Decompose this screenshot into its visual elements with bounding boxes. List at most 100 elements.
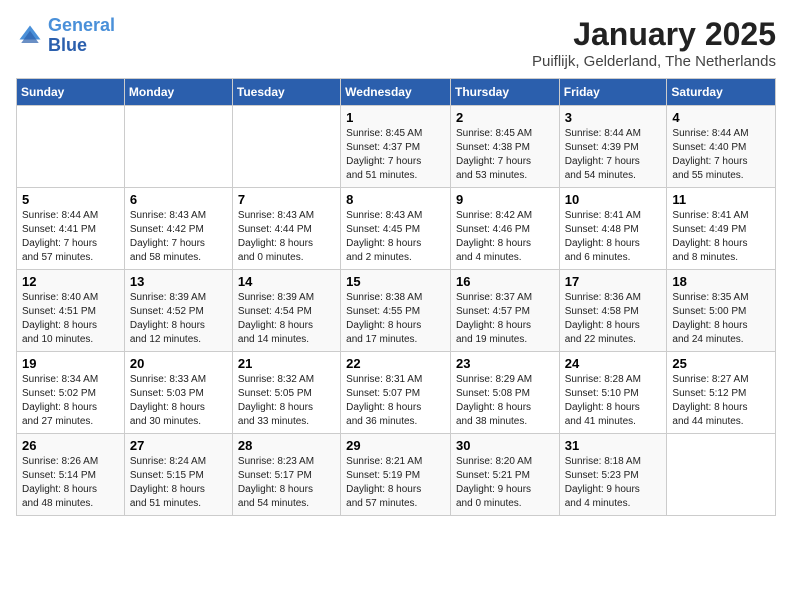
day-number: 13: [130, 274, 227, 289]
day-info: Sunrise: 8:39 AM Sunset: 4:52 PM Dayligh…: [130, 291, 227, 347]
day-info: Sunrise: 8:43 AM Sunset: 4:45 PM Dayligh…: [346, 209, 445, 265]
calendar-day-cell: 16Sunrise: 8:37 AM Sunset: 4:57 PM Dayli…: [450, 270, 559, 352]
calendar-day-cell: 31 Sunrise: 8:18 AM Sunset: 5:23 PM Dayli…: [559, 434, 667, 516]
day-info: Sunrise: 8:24 AM Sunset: 5:15 PM Dayligh…: [130, 455, 227, 511]
logo-text: GeneralBlue: [48, 16, 115, 56]
day-info: Sunrise: 8:32 AM Sunset: 5:05 PM Dayligh…: [238, 373, 335, 429]
day-info: Sunrise: 8:38 AM Sunset: 4:55 PM Dayligh…: [346, 291, 445, 347]
day-info: Sunrise: 8:35 AM Sunset: 5:00 PM Dayligh…: [672, 291, 770, 347]
calendar-day-cell: 30 Sunrise: 8:20 AM Sunset: 5:21 PM Dayli…: [450, 434, 559, 516]
page-header: GeneralBlue January 2025 Puiflijk, Gelde…: [16, 16, 776, 70]
calendar-day-cell: 19 Sunrise: 8:34 AM Sunset: 5:02 PM Dayli…: [17, 352, 125, 434]
day-info: Sunrise: 8:28 AM Sunset: 5:10 PM Dayligh…: [565, 373, 662, 429]
day-number: 4: [672, 110, 770, 125]
calendar-day-cell: 29Sunrise: 8:21 AM Sunset: 5:19 PM Dayli…: [341, 434, 451, 516]
weekday-header-cell: Saturday: [667, 79, 776, 106]
weekday-header-cell: Friday: [559, 79, 667, 106]
calendar-day-cell: 26Sunrise: 8:26 AM Sunset: 5:14 PM Dayli…: [17, 434, 125, 516]
day-info: Sunrise: 8:44 AM Sunset: 4:40 PM Dayligh…: [672, 127, 770, 183]
day-info: Sunrise: 8:41 AM Sunset: 4:48 PM Dayligh…: [565, 209, 662, 265]
calendar-week-row: 26Sunrise: 8:26 AM Sunset: 5:14 PM Dayli…: [17, 434, 776, 516]
day-number: 8: [346, 192, 445, 207]
day-number: 30: [456, 438, 554, 453]
calendar-day-cell: [232, 106, 340, 188]
day-info: Sunrise: 8:42 AM Sunset: 4:46 PM Dayligh…: [456, 209, 554, 265]
calendar-day-cell: 18 Sunrise: 8:35 AM Sunset: 5:00 PM Dayli…: [667, 270, 776, 352]
calendar-day-cell: 17Sunrise: 8:36 AM Sunset: 4:58 PM Dayli…: [559, 270, 667, 352]
calendar-day-cell: 3 Sunrise: 8:44 AM Sunset: 4:39 PM Daylig…: [559, 106, 667, 188]
weekday-header-cell: Thursday: [450, 79, 559, 106]
day-number: 16: [456, 274, 554, 289]
weekday-header-cell: Monday: [124, 79, 232, 106]
calendar-day-cell: 20Sunrise: 8:33 AM Sunset: 5:03 PM Dayli…: [124, 352, 232, 434]
day-number: 19: [22, 356, 119, 371]
day-info: Sunrise: 8:31 AM Sunset: 5:07 PM Dayligh…: [346, 373, 445, 429]
day-number: 26: [22, 438, 119, 453]
weekday-header-cell: Wednesday: [341, 79, 451, 106]
day-info: Sunrise: 8:18 AM Sunset: 5:23 PM Dayligh…: [565, 455, 662, 511]
calendar-day-cell: 4 Sunrise: 8:44 AM Sunset: 4:40 PM Daylig…: [667, 106, 776, 188]
day-number: 18: [672, 274, 770, 289]
calendar-day-cell: 12Sunrise: 8:40 AM Sunset: 4:51 PM Dayli…: [17, 270, 125, 352]
calendar-day-cell: 15 Sunrise: 8:38 AM Sunset: 4:55 PM Dayli…: [341, 270, 451, 352]
day-number: 6: [130, 192, 227, 207]
day-number: 28: [238, 438, 335, 453]
day-info: Sunrise: 8:29 AM Sunset: 5:08 PM Dayligh…: [456, 373, 554, 429]
day-number: 10: [565, 192, 662, 207]
day-number: 7: [238, 192, 335, 207]
day-info: Sunrise: 8:45 AM Sunset: 4:38 PM Dayligh…: [456, 127, 554, 183]
calendar-title: January 2025: [532, 16, 776, 53]
day-number: 31: [565, 438, 662, 453]
day-number: 9: [456, 192, 554, 207]
calendar-week-row: 1Sunrise: 8:45 AM Sunset: 4:37 PM Daylig…: [17, 106, 776, 188]
calendar-day-cell: [124, 106, 232, 188]
day-number: 1: [346, 110, 445, 125]
day-info: Sunrise: 8:39 AM Sunset: 4:54 PM Dayligh…: [238, 291, 335, 347]
calendar-day-cell: 14Sunrise: 8:39 AM Sunset: 4:54 PM Dayli…: [232, 270, 340, 352]
day-number: 29: [346, 438, 445, 453]
day-number: 15: [346, 274, 445, 289]
weekday-header-row: SundayMondayTuesdayWednesdayThursdayFrid…: [17, 79, 776, 106]
calendar-day-cell: 22 Sunrise: 8:31 AM Sunset: 5:07 PM Dayli…: [341, 352, 451, 434]
calendar-day-cell: 10 Sunrise: 8:41 AM Sunset: 4:48 PM Dayli…: [559, 188, 667, 270]
calendar-day-cell: 5Sunrise: 8:44 AM Sunset: 4:41 PM Daylig…: [17, 188, 125, 270]
day-info: Sunrise: 8:40 AM Sunset: 4:51 PM Dayligh…: [22, 291, 119, 347]
day-number: 2: [456, 110, 554, 125]
day-number: 22: [346, 356, 445, 371]
day-info: Sunrise: 8:43 AM Sunset: 4:44 PM Dayligh…: [238, 209, 335, 265]
calendar-day-cell: [17, 106, 125, 188]
title-section: January 2025 Puiflijk, Gelderland, The N…: [532, 16, 776, 70]
calendar-day-cell: 7 Sunrise: 8:43 AM Sunset: 4:44 PM Daylig…: [232, 188, 340, 270]
calendar-table: SundayMondayTuesdayWednesdayThursdayFrid…: [16, 78, 776, 516]
day-number: 24: [565, 356, 662, 371]
day-info: Sunrise: 8:43 AM Sunset: 4:42 PM Dayligh…: [130, 209, 227, 265]
calendar-day-cell: 11Sunrise: 8:41 AM Sunset: 4:49 PM Dayli…: [667, 188, 776, 270]
day-info: Sunrise: 8:44 AM Sunset: 4:41 PM Dayligh…: [22, 209, 119, 265]
day-info: Sunrise: 8:27 AM Sunset: 5:12 PM Dayligh…: [672, 373, 770, 429]
day-info: Sunrise: 8:23 AM Sunset: 5:17 PM Dayligh…: [238, 455, 335, 511]
weekday-header-cell: Tuesday: [232, 79, 340, 106]
day-number: 20: [130, 356, 227, 371]
day-info: Sunrise: 8:34 AM Sunset: 5:02 PM Dayligh…: [22, 373, 119, 429]
calendar-week-row: 19 Sunrise: 8:34 AM Sunset: 5:02 PM Dayli…: [17, 352, 776, 434]
day-info: Sunrise: 8:20 AM Sunset: 5:21 PM Dayligh…: [456, 455, 554, 511]
calendar-body: 1Sunrise: 8:45 AM Sunset: 4:37 PM Daylig…: [17, 106, 776, 516]
calendar-day-cell: 25 Sunrise: 8:27 AM Sunset: 5:12 PM Dayli…: [667, 352, 776, 434]
day-number: 23: [456, 356, 554, 371]
day-number: 17: [565, 274, 662, 289]
calendar-day-cell: 24 Sunrise: 8:28 AM Sunset: 5:10 PM Dayli…: [559, 352, 667, 434]
calendar-day-cell: [667, 434, 776, 516]
day-number: 25: [672, 356, 770, 371]
day-info: Sunrise: 8:44 AM Sunset: 4:39 PM Dayligh…: [565, 127, 662, 183]
calendar-day-cell: 13 Sunrise: 8:39 AM Sunset: 4:52 PM Dayli…: [124, 270, 232, 352]
weekday-header-cell: Sunday: [17, 79, 125, 106]
calendar-subtitle: Puiflijk, Gelderland, The Netherlands: [532, 53, 776, 70]
calendar-day-cell: 6 Sunrise: 8:43 AM Sunset: 4:42 PM Daylig…: [124, 188, 232, 270]
logo: GeneralBlue: [16, 16, 115, 56]
day-number: 3: [565, 110, 662, 125]
calendar-day-cell: 27Sunrise: 8:24 AM Sunset: 5:15 PM Dayli…: [124, 434, 232, 516]
calendar-week-row: 5Sunrise: 8:44 AM Sunset: 4:41 PM Daylig…: [17, 188, 776, 270]
calendar-day-cell: 28 Sunrise: 8:23 AM Sunset: 5:17 PM Dayli…: [232, 434, 340, 516]
calendar-day-cell: 8 Sunrise: 8:43 AM Sunset: 4:45 PM Daylig…: [341, 188, 451, 270]
day-info: Sunrise: 8:41 AM Sunset: 4:49 PM Dayligh…: [672, 209, 770, 265]
